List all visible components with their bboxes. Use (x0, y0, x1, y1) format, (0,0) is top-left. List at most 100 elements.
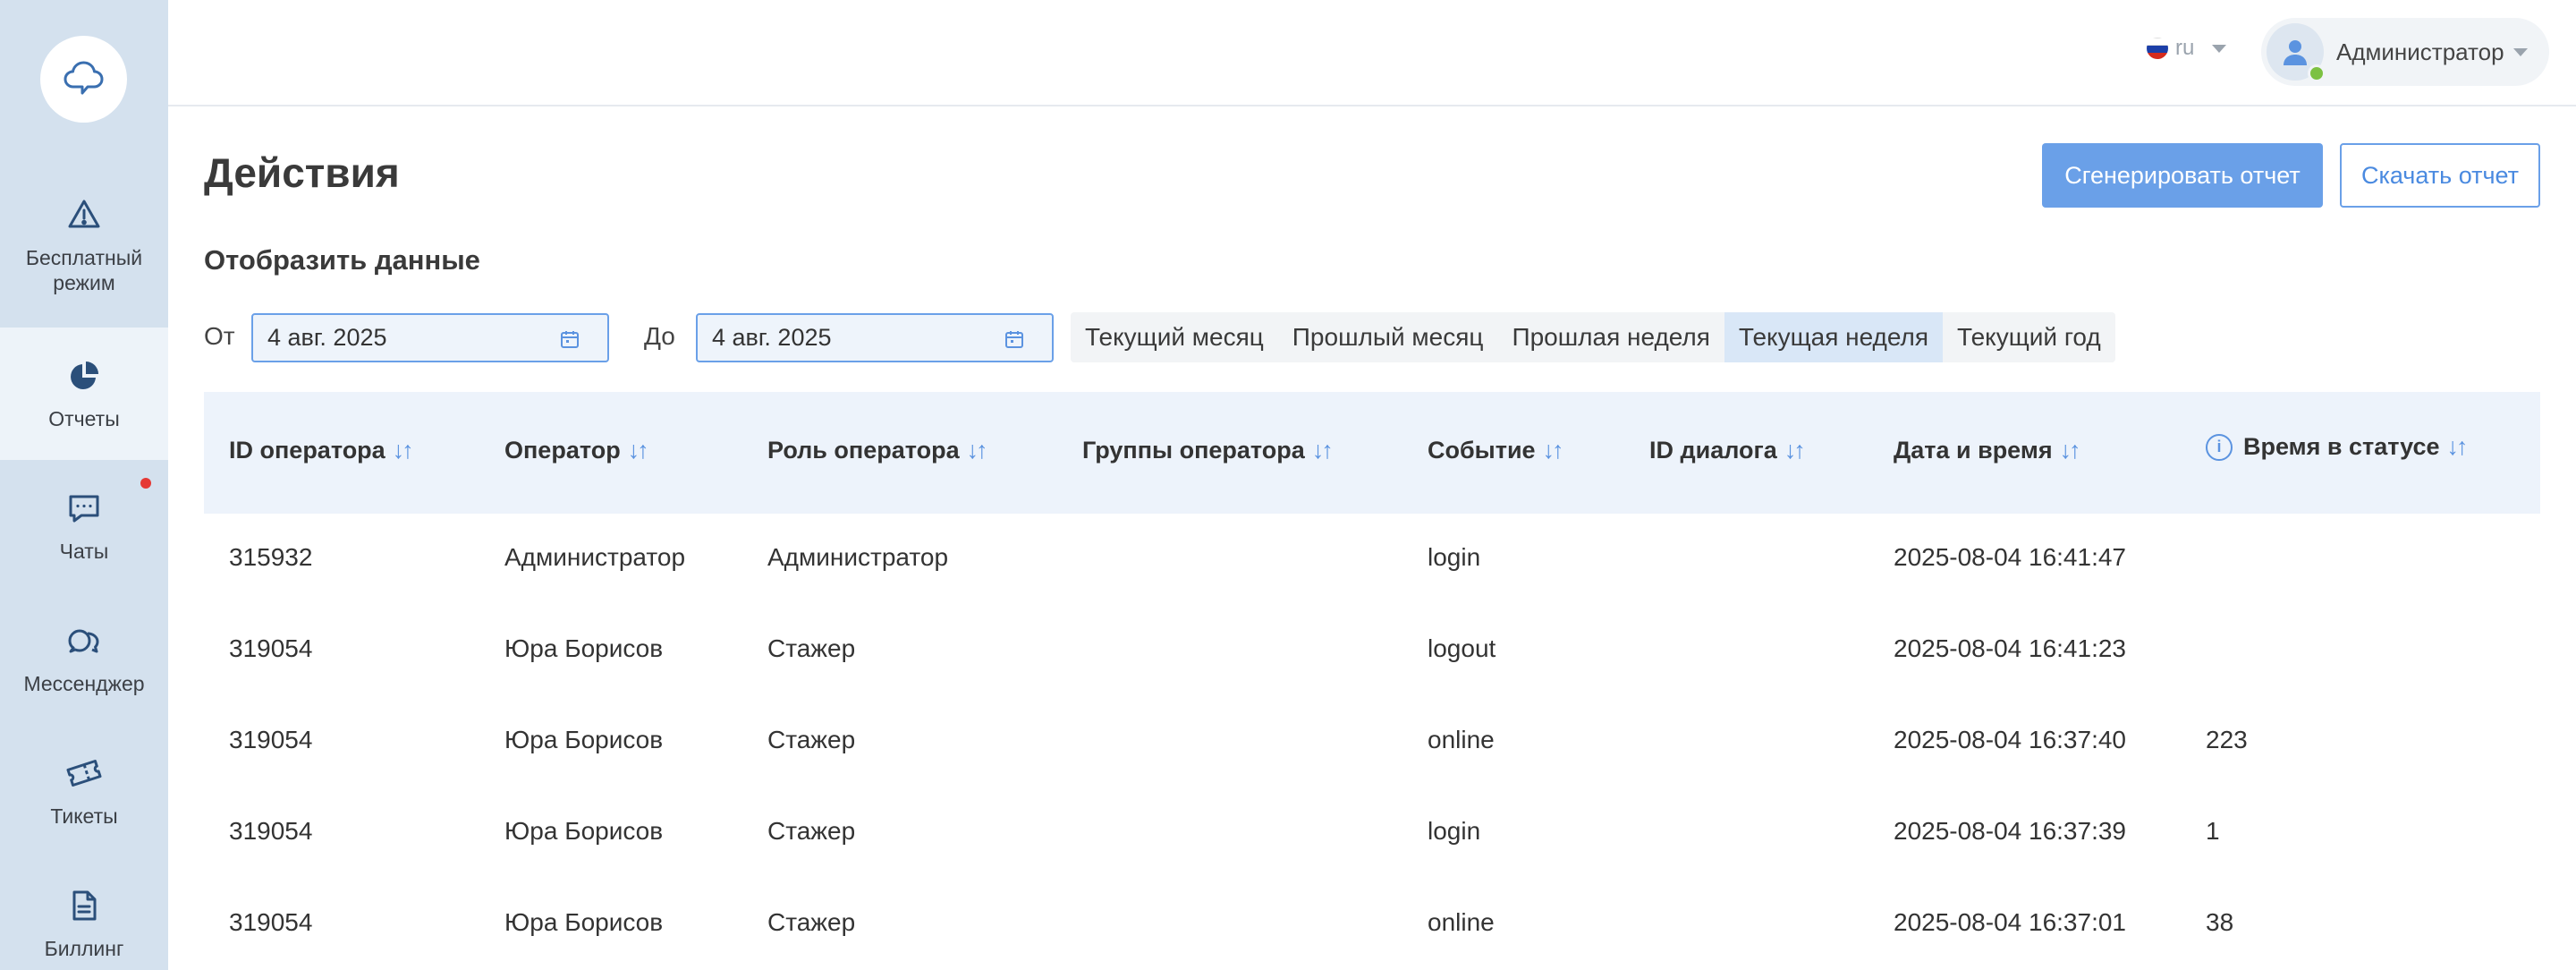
cell-datetime: 2025-08-04 16:37:40 (1894, 726, 2126, 753)
cell-operator-role: Стажер (767, 726, 856, 753)
cell-event: online (1428, 726, 1495, 753)
from-label: От (204, 322, 235, 350)
user-menu[interactable]: Администратор (2261, 18, 2549, 86)
column-title: Роль оператора (767, 437, 960, 464)
period-current-week[interactable]: Текущая неделя (1724, 312, 1944, 362)
sort-icon: ↓↑ (1542, 437, 1564, 464)
logo[interactable] (40, 36, 127, 123)
column-header-operator[interactable]: Оператор ↓↑ (504, 437, 649, 464)
from-date-input[interactable]: 4 авг. 2025 (251, 313, 609, 362)
sidebar-item-free-mode[interactable]: Бесплатный режим (0, 179, 168, 311)
sidebar-item-label: Бесплатный режим (25, 246, 143, 294)
period-last-week[interactable]: Прошлая неделя (1497, 312, 1724, 362)
sort-icon: ↓↑ (2059, 437, 2081, 464)
section-title: Отобразить данные (204, 244, 480, 276)
sidebar-item-billing[interactable]: Биллинг (0, 857, 168, 970)
sidebar-item-label: Тикеты (50, 804, 118, 828)
cell-event: online (1428, 908, 1495, 936)
calendar-icon (1005, 331, 1023, 348)
sort-icon: ↓↑ (627, 437, 649, 464)
cell-operator-id: 319054 (229, 726, 313, 753)
cell-operator-id: 315932 (229, 543, 313, 571)
column-title: Группы оператора (1082, 437, 1305, 464)
sidebar-item-tickets[interactable]: Тикеты (0, 725, 168, 857)
column-header-operator-role[interactable]: Роль оператора ↓↑ (767, 437, 988, 464)
chat-icon (64, 489, 104, 528)
warning-icon (64, 195, 104, 234)
info-icon[interactable]: i (2206, 433, 2233, 461)
cell-operator-id: 319054 (229, 817, 313, 845)
cell-operator: Юра Борисов (504, 726, 664, 753)
cell-operator: Юра Борисов (504, 817, 664, 845)
language-selector[interactable]: ru (2147, 36, 2227, 61)
sort-icon: ↓↑ (2446, 433, 2469, 460)
cell-event: logout (1428, 634, 1496, 662)
unread-indicator (140, 478, 151, 489)
to-label: До (644, 322, 675, 350)
cell-datetime: 2025-08-04 16:41:23 (1894, 634, 2126, 662)
sort-icon: ↓↑ (966, 437, 988, 464)
ticket-icon (64, 753, 104, 793)
cell-operator-role: Стажер (767, 634, 856, 662)
cell-status-time: 1 (2206, 817, 2220, 845)
sidebar-item-chats[interactable]: Чаты (0, 460, 168, 592)
period-current-month[interactable]: Текущий месяц (1071, 312, 1278, 362)
online-status-dot (2308, 64, 2326, 82)
column-title: Время в статусе (2243, 433, 2440, 460)
column-header-datetime[interactable]: Дата и время ↓↑ (1894, 437, 2081, 464)
sidebar-item-messenger[interactable]: Мессенджер (0, 592, 168, 725)
column-title: Дата и время (1894, 437, 2053, 464)
period-current-year[interactable]: Текущий год (1943, 312, 2115, 362)
cell-operator-role: Стажер (767, 817, 856, 845)
sidebar: Бесплатный режим Отчеты Чаты Мессенджер … (0, 0, 168, 970)
sidebar-item-label: Мессенджер (23, 672, 145, 695)
cloud-chat-logo-icon (64, 61, 103, 94)
sort-icon: ↓↑ (1784, 437, 1806, 464)
cell-datetime: 2025-08-04 16:37:39 (1894, 817, 2126, 845)
sidebar-item-label: Отчеты (48, 407, 120, 430)
column-header-status-time[interactable]: i Время в статусе ↓↑ (2206, 433, 2469, 461)
avatar (2267, 23, 2326, 82)
cell-event: login (1428, 543, 1481, 571)
user-name: Администратор (2336, 38, 2504, 65)
sidebar-item-label: Чаты (59, 540, 109, 563)
period-last-month[interactable]: Прошлый месяц (1278, 312, 1498, 362)
cell-status-time: 223 (2206, 726, 2248, 753)
column-title: ID диалога (1649, 437, 1777, 464)
column-header-operator-id[interactable]: ID оператора ↓↑ (229, 437, 414, 464)
generate-report-button[interactable]: Сгенерировать отчет (2042, 143, 2323, 208)
sort-icon: ↓↑ (392, 437, 414, 464)
cell-operator-role: Администратор (767, 543, 949, 571)
cell-operator-id: 319054 (229, 634, 313, 662)
cell-status-time: 38 (2206, 908, 2234, 936)
cell-operator-id: 319054 (229, 908, 313, 936)
column-header-event[interactable]: Событие ↓↑ (1428, 437, 1564, 464)
cell-event: login (1428, 817, 1481, 845)
period-switcher: Текущий месяц Прошлый месяц Прошлая неде… (1071, 312, 2115, 362)
chevron-down-icon (2212, 44, 2227, 53)
sidebar-item-reports[interactable]: Отчеты (0, 328, 168, 460)
column-title: Оператор (504, 437, 621, 464)
russian-flag-icon (2147, 38, 2168, 59)
from-date-value: 4 авг. 2025 (267, 324, 387, 351)
document-icon (64, 886, 104, 925)
calendar-icon (561, 331, 579, 348)
messenger-icon (64, 621, 104, 660)
user-icon (2284, 40, 2307, 65)
column-title: Событие (1428, 437, 1536, 464)
pie-chart-icon (64, 356, 104, 396)
column-header-operator-groups[interactable]: Группы оператора ↓↑ (1082, 437, 1334, 464)
cell-operator: Юра Борисов (504, 634, 664, 662)
sidebar-item-label: Биллинг (44, 937, 124, 960)
cell-datetime: 2025-08-04 16:41:47 (1894, 543, 2126, 571)
column-header-dialog-id[interactable]: ID диалога ↓↑ (1649, 437, 1806, 464)
cell-datetime: 2025-08-04 16:37:01 (1894, 908, 2126, 936)
language-code: ru (2175, 36, 2195, 60)
column-title: ID оператора (229, 437, 386, 464)
to-date-input[interactable]: 4 авг. 2025 (696, 313, 1054, 362)
chevron-down-icon (2512, 47, 2528, 56)
to-date-value: 4 авг. 2025 (712, 324, 832, 351)
page-title: Действия (204, 149, 400, 196)
cell-operator: Юра Борисов (504, 908, 664, 936)
download-report-button[interactable]: Скачать отчет (2340, 143, 2540, 208)
